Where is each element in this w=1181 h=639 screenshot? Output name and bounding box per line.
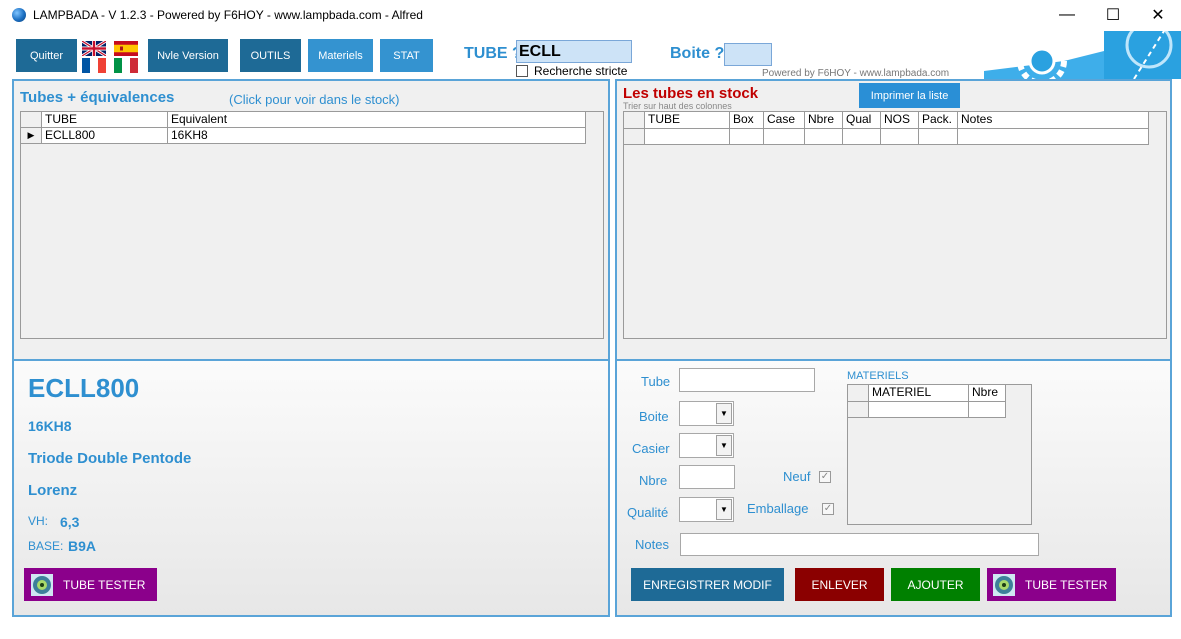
boite-field-label: Boite	[639, 409, 669, 424]
grid-corner	[624, 112, 645, 129]
tube-brand: Lorenz	[28, 482, 78, 499]
tube-equivalent: 16KH8	[28, 418, 72, 434]
table-cell[interactable]	[969, 402, 1006, 418]
table-cell[interactable]	[645, 129, 730, 145]
stock-sort-hint: Trier sur haut des colonnes	[623, 101, 732, 111]
neuf-label: Neuf	[783, 469, 811, 484]
table-cell[interactable]	[869, 402, 969, 418]
save-changes-button[interactable]: ENREGISTRER MODIF	[631, 568, 784, 601]
column-header[interactable]: TUBE	[645, 112, 730, 129]
tube-tester-label: TUBE TESTER	[1025, 577, 1108, 592]
italy-flag-icon[interactable]	[114, 58, 138, 73]
minimize-button[interactable]: —	[1044, 0, 1090, 30]
quit-button[interactable]: Quitter	[16, 39, 77, 72]
strict-search-label: Recherche stricte	[534, 64, 628, 78]
column-header[interactable]: Qual	[843, 112, 881, 129]
powered-by-text: Powered by F6HOY - www.lampbada.com	[762, 68, 950, 79]
equivalences-title: Tubes + équivalences	[20, 89, 175, 106]
tube-search-label: TUBE ?	[464, 45, 522, 62]
box-search-label: Boite ?	[670, 45, 725, 62]
nbre-field[interactable]	[679, 465, 735, 489]
materials-title: MATERIELS	[847, 370, 909, 382]
new-version-button[interactable]: Nvle Version	[148, 39, 228, 72]
nbre-field-label: Nbre	[639, 473, 668, 488]
strict-search-checkbox[interactable]	[516, 65, 528, 77]
base-label: BASE:	[28, 539, 64, 553]
notes-field[interactable]	[680, 533, 1039, 556]
france-flag-icon[interactable]	[82, 58, 106, 73]
table-cell[interactable]: ECLL800	[42, 128, 168, 144]
table-cell[interactable]	[805, 129, 843, 145]
row-selector-arrow-icon[interactable]: ▶	[21, 128, 42, 144]
emballage-checkbox[interactable]: ✓	[822, 503, 834, 515]
table-cell[interactable]	[843, 129, 881, 145]
close-button[interactable]: ✕	[1135, 0, 1181, 30]
table-cell[interactable]	[958, 129, 1149, 145]
chevron-down-icon[interactable]: ▼	[716, 435, 732, 456]
chevron-down-icon[interactable]: ▼	[716, 499, 732, 520]
equivalences-grid[interactable]: TUBE Equivalent ▶ ECLL800 16KH8	[20, 111, 604, 339]
column-header[interactable]: Nbre	[969, 385, 1006, 402]
table-cell[interactable]	[881, 129, 919, 145]
column-header[interactable]: Nbre	[805, 112, 843, 129]
maximize-button[interactable]: ☐	[1090, 0, 1136, 30]
stat-button[interactable]: STAT	[380, 39, 433, 72]
column-header[interactable]: Case	[764, 112, 805, 129]
tube-search-input[interactable]: ECLL	[516, 40, 632, 63]
column-header[interactable]: Box	[730, 112, 764, 129]
print-list-button[interactable]: Imprimer la liste	[859, 83, 960, 108]
eye-icon	[31, 573, 53, 596]
vh-label: VH:	[28, 514, 49, 528]
tube-field[interactable]	[679, 368, 815, 392]
neuf-checkbox[interactable]: ✓	[819, 471, 831, 483]
qualite-select[interactable]: ▼	[679, 497, 734, 522]
row-selector[interactable]	[848, 402, 869, 418]
qualite-field-label: Qualité	[627, 505, 669, 520]
table-cell[interactable]: 16KH8	[168, 128, 586, 144]
column-header[interactable]: Equivalent	[168, 112, 586, 128]
app-globe-icon	[12, 8, 26, 22]
tube-field-label: Tube	[641, 374, 671, 389]
spain-flag-icon[interactable]	[114, 41, 138, 56]
uk-flag-icon[interactable]	[82, 41, 106, 56]
box-search-input[interactable]	[724, 43, 772, 66]
column-header[interactable]: MATERIEL	[869, 385, 969, 402]
grid-corner	[848, 385, 869, 402]
casier-field-label: Casier	[632, 441, 670, 456]
column-header[interactable]: Notes	[958, 112, 1149, 129]
stock-title: Les tubes en stock	[623, 85, 759, 102]
add-button[interactable]: AJOUTER	[891, 568, 980, 601]
emballage-label: Emballage	[747, 501, 809, 516]
table-cell[interactable]	[764, 129, 805, 145]
column-header[interactable]: TUBE	[42, 112, 168, 128]
tube-tester-label: TUBE TESTER	[63, 577, 146, 592]
materials-button[interactable]: Materiels	[308, 39, 373, 72]
tube-type: Triode Double Pentode	[28, 450, 192, 467]
remove-button[interactable]: ENLEVER	[795, 568, 884, 601]
table-cell[interactable]	[730, 129, 764, 145]
grid-corner	[21, 112, 42, 128]
tools-button[interactable]: OUTILS	[240, 39, 301, 72]
column-header[interactable]: Pack.	[919, 112, 958, 129]
boite-select[interactable]: ▼	[679, 401, 734, 426]
eye-icon	[993, 573, 1015, 596]
vh-value: 6,3	[60, 514, 80, 530]
chevron-down-icon[interactable]: ▼	[716, 403, 732, 424]
casier-select[interactable]: ▼	[679, 433, 734, 458]
banner-logo-image	[984, 31, 1181, 79]
window-title: LAMPBADA - V 1.2.3 - Powered by F6HOY - …	[33, 8, 423, 22]
tube-tester-button-left[interactable]: TUBE TESTER	[24, 568, 157, 601]
table-cell[interactable]	[919, 129, 958, 145]
row-selector[interactable]	[624, 129, 645, 145]
equivalences-hint: (Click pour voir dans le stock)	[229, 92, 400, 107]
stock-grid[interactable]: TUBE Box Case Nbre Qual NOS Pack. Notes	[623, 111, 1167, 339]
base-value: B9A	[68, 538, 97, 554]
notes-field-label: Notes	[635, 537, 669, 552]
column-header[interactable]: NOS	[881, 112, 919, 129]
tube-tester-button-right[interactable]: TUBE TESTER	[987, 568, 1116, 601]
tube-name: ECLL800	[28, 373, 140, 403]
materials-grid[interactable]: MATERIEL Nbre	[847, 384, 1032, 525]
